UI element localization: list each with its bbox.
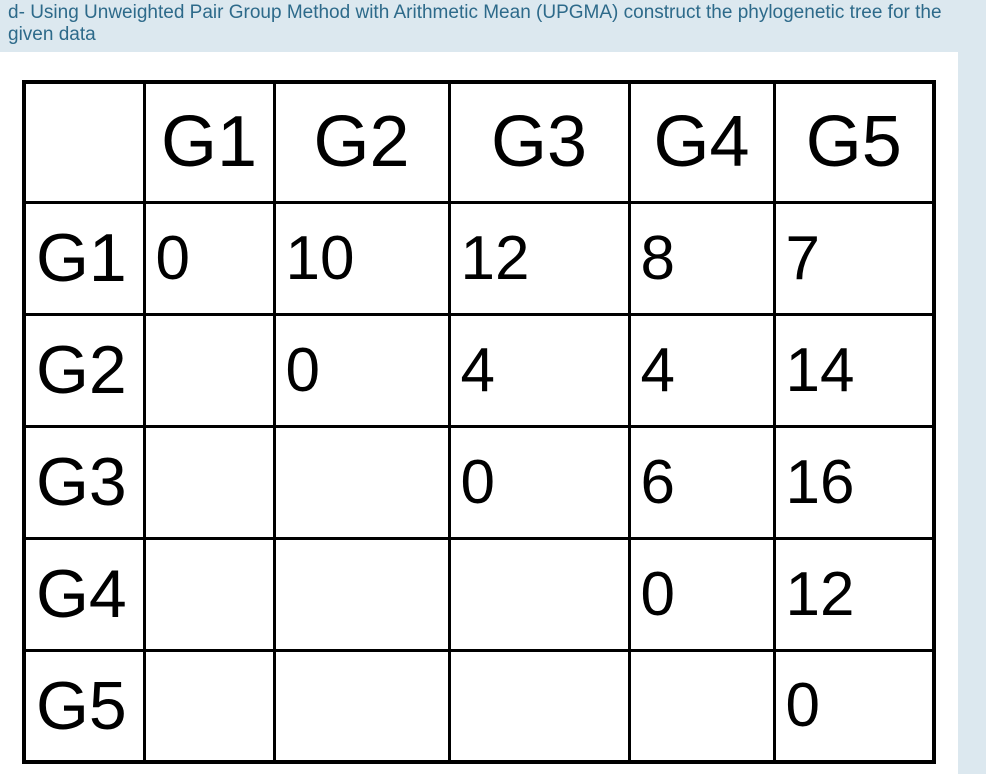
cell-g4-g4: 0 bbox=[629, 538, 774, 650]
cell-g1-g3: 12 bbox=[449, 202, 629, 314]
cell-g3-g1 bbox=[144, 426, 274, 538]
cell-g1-g1: 0 bbox=[144, 202, 274, 314]
distance-matrix-table: G1 G2 G3 G4 G5 G1 0 10 12 8 7 G2 0 4 4 1… bbox=[22, 80, 936, 764]
header-empty-cell bbox=[24, 82, 144, 202]
col-header-g1: G1 bbox=[144, 82, 274, 202]
col-header-g5: G5 bbox=[774, 82, 934, 202]
cell-g4-g2 bbox=[274, 538, 449, 650]
cell-g4-g3 bbox=[449, 538, 629, 650]
col-header-g2: G2 bbox=[274, 82, 449, 202]
row-label-g3: G3 bbox=[24, 426, 144, 538]
question-text: d- Using Unweighted Pair Group Method wi… bbox=[0, 0, 986, 50]
cell-g4-g5: 12 bbox=[774, 538, 934, 650]
question-body: Using Unweighted Pair Group Method with … bbox=[8, 2, 942, 45]
row-label-g4: G4 bbox=[24, 538, 144, 650]
table-header-row: G1 G2 G3 G4 G5 bbox=[24, 82, 934, 202]
cell-g5-g3 bbox=[449, 650, 629, 762]
table-row: G1 0 10 12 8 7 bbox=[24, 202, 934, 314]
row-label-g2: G2 bbox=[24, 314, 144, 426]
cell-g3-g2 bbox=[274, 426, 449, 538]
cell-g3-g4: 6 bbox=[629, 426, 774, 538]
row-label-g1: G1 bbox=[24, 202, 144, 314]
table-container: G1 G2 G3 G4 G5 G1 0 10 12 8 7 G2 0 4 4 1… bbox=[0, 52, 958, 774]
cell-g2-g3: 4 bbox=[449, 314, 629, 426]
table-row: G4 0 12 bbox=[24, 538, 934, 650]
cell-g1-g5: 7 bbox=[774, 202, 934, 314]
question-prefix: d- bbox=[8, 2, 25, 23]
col-header-g3: G3 bbox=[449, 82, 629, 202]
cell-g2-g4: 4 bbox=[629, 314, 774, 426]
cell-g1-g2: 10 bbox=[274, 202, 449, 314]
cell-g2-g5: 14 bbox=[774, 314, 934, 426]
cell-g4-g1 bbox=[144, 538, 274, 650]
table-row: G3 0 6 16 bbox=[24, 426, 934, 538]
cell-g3-g5: 16 bbox=[774, 426, 934, 538]
cell-g5-g1 bbox=[144, 650, 274, 762]
cell-g5-g5: 0 bbox=[774, 650, 934, 762]
table-row: G2 0 4 4 14 bbox=[24, 314, 934, 426]
cell-g1-g4: 8 bbox=[629, 202, 774, 314]
col-header-g4: G4 bbox=[629, 82, 774, 202]
cell-g2-g2: 0 bbox=[274, 314, 449, 426]
cell-g5-g4 bbox=[629, 650, 774, 762]
cell-g5-g2 bbox=[274, 650, 449, 762]
row-label-g5: G5 bbox=[24, 650, 144, 762]
cell-g2-g1 bbox=[144, 314, 274, 426]
table-row: G5 0 bbox=[24, 650, 934, 762]
cell-g3-g3: 0 bbox=[449, 426, 629, 538]
